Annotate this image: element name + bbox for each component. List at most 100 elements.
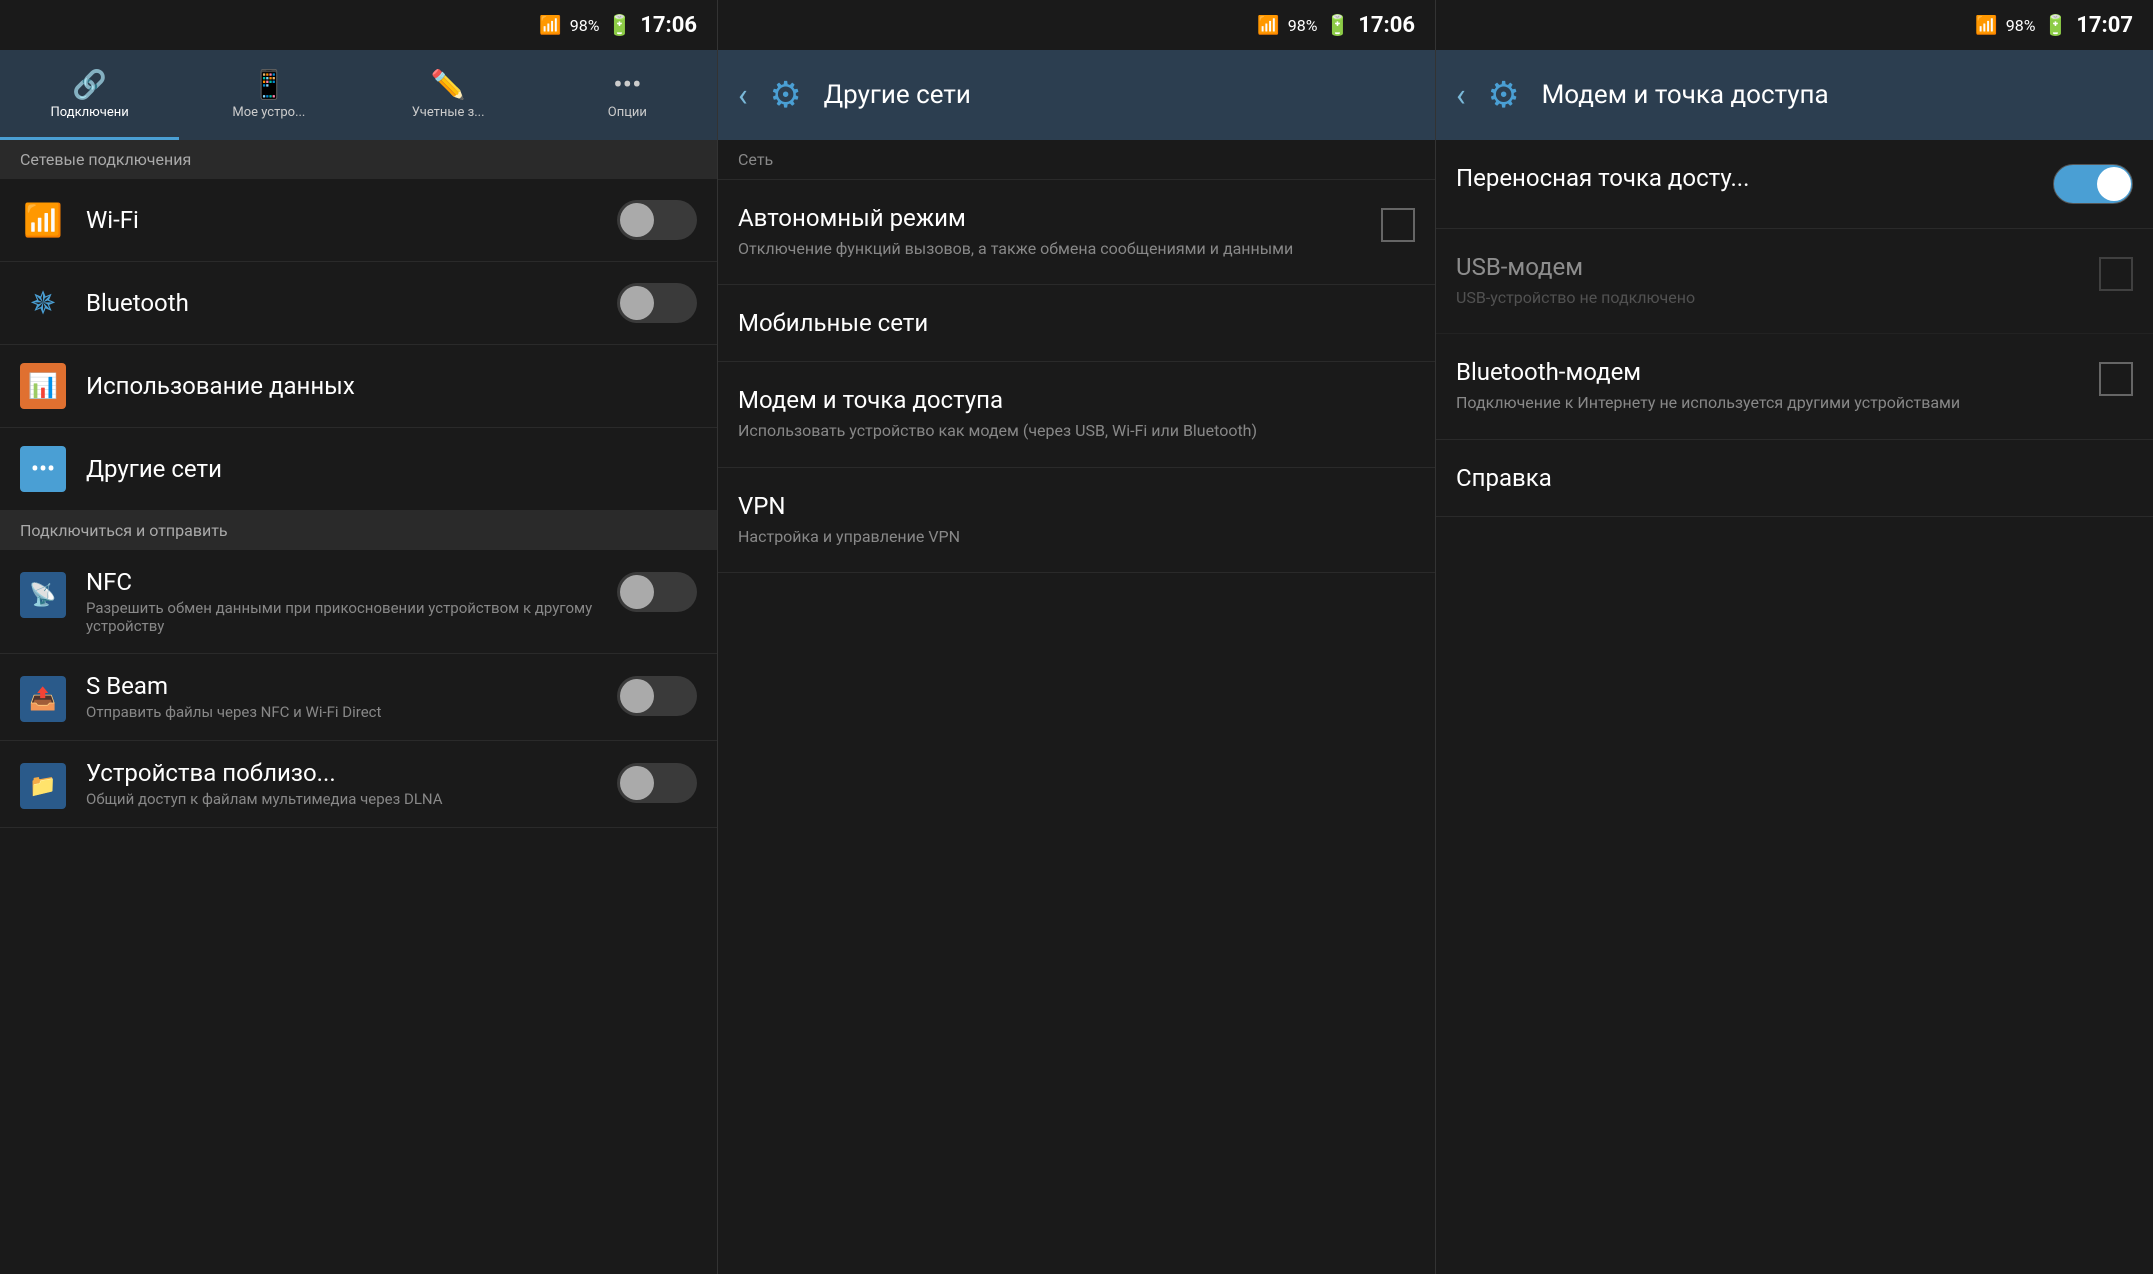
tab-mydevice-label: Мое устро... (232, 105, 305, 120)
battery-icon-1: 🔋 (607, 13, 632, 37)
other-networks-text: Другие сети (86, 455, 697, 483)
time-2: 17:06 (1358, 13, 1415, 38)
nfc-text: NFC Разрешить обмен данными при прикосно… (86, 568, 597, 635)
tab-accounts[interactable]: ✏️ Учетные з... (359, 50, 538, 140)
mobile-item[interactable]: Мобильные сети (718, 285, 1435, 362)
wifi-toggle[interactable] (617, 200, 697, 240)
sbeam-text: S Beam Отправить файлы через NFC и Wi-Fi… (86, 672, 597, 721)
nfc-subtitle: Разрешить обмен данными при прикосновени… (86, 599, 597, 635)
other-networks-item[interactable]: ••• Другие сети (0, 428, 717, 511)
usbmodem-content: USB-модем USB-устройство не подключено (1456, 253, 2083, 309)
hotspot-toggle-knob (2097, 167, 2131, 201)
wifi-title: Wi-Fi (86, 206, 597, 234)
back-button-3[interactable]: ‹ (1456, 76, 1466, 114)
page-title-2: Другие сети (824, 80, 971, 110)
tab-connections[interactable]: 🔗 Подключени (0, 50, 179, 140)
btmodem-title: Bluetooth-модем (1456, 358, 2083, 386)
btmodem-subtitle: Подключение к Интернету не используется … (1456, 392, 2083, 414)
autonomous-checkbox[interactable] (1381, 208, 1415, 242)
nearby-toggle[interactable] (617, 763, 697, 803)
other-networks-icon: ••• (20, 446, 66, 492)
tab-accounts-label: Учетные з... (412, 105, 485, 120)
wifi-item[interactable]: 📶 Wi-Fi (0, 179, 717, 262)
back-button-2[interactable]: ‹ (738, 76, 748, 114)
modem-content: Модем и точка доступа Использовать устро… (738, 386, 1415, 442)
sbeam-toggle[interactable] (617, 676, 697, 716)
vpn-content: VPN Настройка и управление VPN (738, 492, 1415, 548)
status-bar-1: 📶 98% 🔋 17:06 (0, 0, 717, 50)
panel-modem-hotspot: 📶 98% 🔋 17:07 ‹ ⚙ Модем и точка доступа … (1436, 0, 2153, 1274)
data-usage-text: Использование данных (86, 372, 697, 400)
btmodem-item[interactable]: Bluetooth-модем Подключение к Интернету … (1436, 334, 2153, 439)
nearby-text: Устройства поблизо... Общий доступ к фай… (86, 759, 597, 808)
vpn-item[interactable]: VPN Настройка и управление VPN (718, 468, 1435, 573)
tab-options[interactable]: ••• Опции (538, 50, 717, 140)
mobile-content: Мобильные сети (738, 309, 1415, 337)
data-usage-icon: 📊 (20, 363, 66, 409)
bluetooth-item[interactable]: ✵ Bluetooth (0, 262, 717, 345)
bluetooth-toggle[interactable] (617, 283, 697, 323)
sbeam-item[interactable]: 📤 S Beam Отправить файлы через NFC и Wi-… (0, 654, 717, 741)
hotspot-content: Переносная точка досту... (1456, 164, 2053, 192)
battery-icon-3: 🔋 (2043, 13, 2068, 37)
help-content: Справка (1456, 464, 2133, 492)
tab-bar-1: 🔗 Подключени 📱 Мое устро... ✏️ Учетные з… (0, 50, 717, 140)
nfc-title: NFC (86, 568, 597, 596)
autonomous-content: Автономный режим Отключение функций вызо… (738, 204, 1365, 260)
usbmodem-checkbox[interactable] (2099, 257, 2133, 291)
battery-icon-2: 🔋 (1325, 13, 1350, 37)
wifi-icon: 📶 (20, 197, 66, 243)
tab-options-icon: ••• (613, 68, 641, 101)
hotspot-item[interactable]: Переносная точка досту... (1436, 140, 2153, 229)
bluetooth-text: Bluetooth (86, 289, 597, 317)
bluetooth-title: Bluetooth (86, 289, 597, 317)
nfc-toggle-knob (620, 575, 654, 609)
signal-icon-2: 📶 (1257, 15, 1279, 36)
battery-1: 98% (570, 16, 600, 35)
help-title: Справка (1456, 464, 2133, 492)
btmodem-checkbox[interactable] (2099, 362, 2133, 396)
other-networks-title: Другие сети (86, 455, 697, 483)
page-title-3: Модем и точка доступа (1542, 80, 1829, 110)
sbeam-title: S Beam (86, 672, 597, 700)
autonomous-title: Автономный режим (738, 204, 1365, 232)
usbmodem-title: USB-модем (1456, 253, 2083, 281)
gear-icon-3: ⚙ (1482, 73, 1526, 117)
nfc-toggle[interactable] (617, 572, 697, 612)
section-connect: Подключиться и отправить (0, 511, 717, 550)
sbeam-toggle-knob (620, 679, 654, 713)
hotspot-title: Переносная точка досту... (1456, 164, 2053, 192)
data-usage-item[interactable]: 📊 Использование данных (0, 345, 717, 428)
wifi-text: Wi-Fi (86, 206, 597, 234)
nfc-item[interactable]: 📡 NFC Разрешить обмен данными при прикос… (0, 550, 717, 654)
modem-item[interactable]: Модем и точка доступа Использовать устро… (718, 362, 1435, 467)
panel3-scroll: Переносная точка досту... USB-модем USB-… (1436, 140, 2153, 1274)
tab-connections-icon: 🔗 (72, 68, 107, 101)
sbeam-subtitle: Отправить файлы через NFC и Wi-Fi Direct (86, 703, 597, 721)
battery-3: 98% (2006, 16, 2036, 35)
nfc-icon: 📡 (20, 572, 66, 618)
nearby-toggle-knob (620, 766, 654, 800)
modem-subtitle: Использовать устройство как модем (через… (738, 420, 1415, 442)
autonomous-subtitle: Отключение функций вызовов, а также обме… (738, 238, 1365, 260)
panel1-scroll: Сетевые подключения 📶 Wi-Fi ✵ Bluetooth (0, 140, 717, 1274)
vpn-title: VPN (738, 492, 1415, 520)
usbmodem-item[interactable]: USB-модем USB-устройство не подключено (1436, 229, 2153, 334)
nearby-item[interactable]: 📁 Устройства поблизо... Общий доступ к ф… (0, 741, 717, 828)
tab-mydevice-icon: 📱 (251, 68, 286, 101)
tab-connections-label: Подключени (51, 105, 129, 120)
signal-icon-1: 📶 (539, 15, 561, 36)
help-item[interactable]: Справка (1436, 440, 2153, 517)
signal-icon-3: 📶 (1975, 15, 1997, 36)
section-net-2: Сеть (718, 140, 1435, 180)
nearby-title: Устройства поблизо... (86, 759, 597, 787)
data-usage-title: Использование данных (86, 372, 697, 400)
sbeam-icon: 📤 (20, 676, 66, 722)
status-bar-2: 📶 98% 🔋 17:06 (718, 0, 1435, 50)
modem-title: Модем и точка доступа (738, 386, 1415, 414)
tab-mydevice[interactable]: 📱 Мое устро... (179, 50, 358, 140)
hotspot-toggle[interactable] (2053, 164, 2133, 204)
vpn-subtitle: Настройка и управление VPN (738, 526, 1415, 548)
time-1: 17:06 (640, 13, 697, 38)
autonomous-item[interactable]: Автономный режим Отключение функций вызо… (718, 180, 1435, 285)
